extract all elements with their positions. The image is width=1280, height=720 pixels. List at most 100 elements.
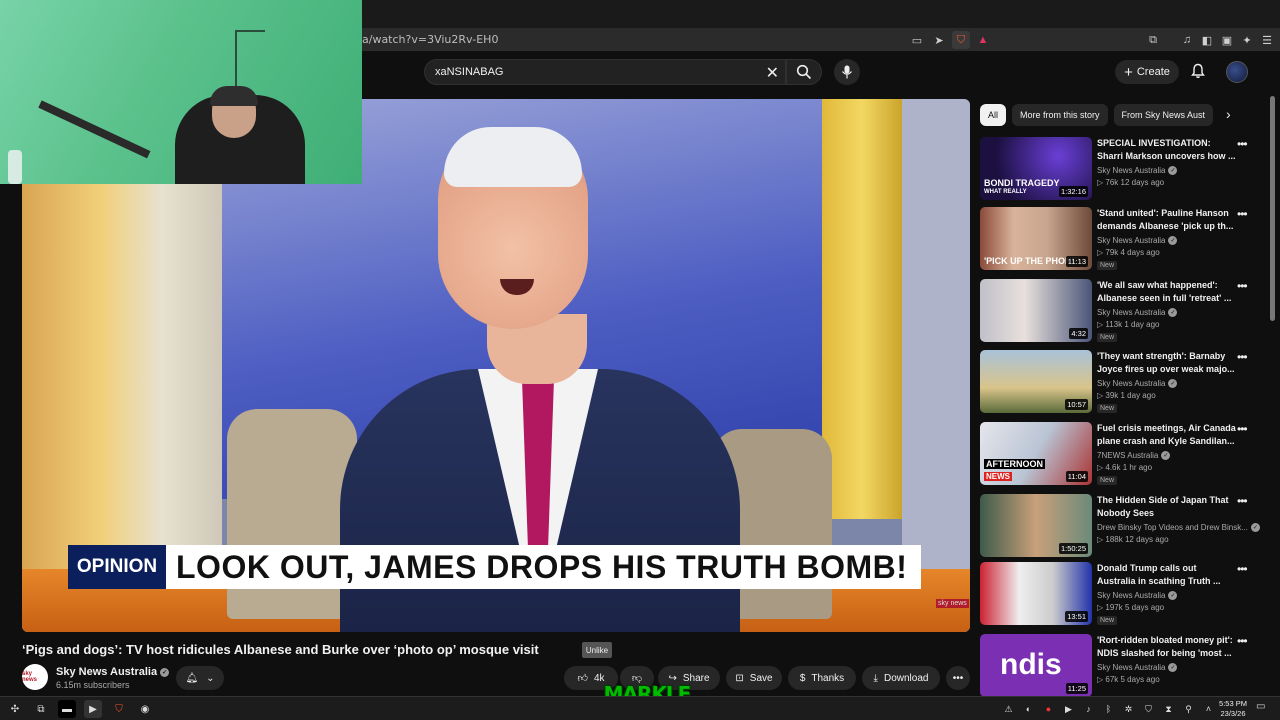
channel-name[interactable]: Sky News Australia ✓ bbox=[1097, 308, 1178, 318]
video-title[interactable]: Fuel crisis meetings, Air Canada plane c… bbox=[1097, 422, 1237, 448]
channel-name[interactable]: Sky News Australia ✓ bbox=[1097, 166, 1178, 176]
menu-icon[interactable]: ☰ bbox=[1258, 31, 1276, 49]
thumbnail-subtext: NEWS bbox=[984, 472, 1012, 481]
more-options-icon[interactable]: ••• bbox=[1237, 422, 1248, 436]
share-page-icon[interactable]: ➤ bbox=[930, 31, 948, 49]
search-query[interactable]: xaNSINABAG bbox=[435, 66, 503, 78]
more-options-icon[interactable]: ••• bbox=[1237, 562, 1248, 576]
subscription-bell-button[interactable]: 🔔︎ ⌄ bbox=[176, 666, 224, 690]
media-icon[interactable]: ♫ bbox=[1178, 31, 1196, 49]
start-icon[interactable]: ✣ bbox=[6, 700, 24, 718]
tray-play-icon[interactable]: ▶ bbox=[1060, 700, 1077, 718]
voice-search-button[interactable] bbox=[834, 59, 860, 85]
sidebar-scrollbar[interactable] bbox=[1270, 96, 1275, 321]
recommended-video[interactable]: 1:50:25 The Hidden Side of Japan That Nob… bbox=[980, 494, 1260, 560]
brave-browser-icon[interactable]: ⛉ bbox=[110, 700, 128, 718]
channel-name-text[interactable]: Sky News Australia bbox=[1097, 663, 1165, 672]
channel-name-text[interactable]: Sky News Australia bbox=[56, 666, 157, 678]
channel-name[interactable]: Sky News Australia ✓ bbox=[1097, 663, 1178, 673]
channel-name-text[interactable]: Sky News Australia bbox=[1097, 166, 1165, 175]
task-view-icon[interactable]: ⧉ bbox=[32, 700, 50, 718]
more-options-icon[interactable]: ••• bbox=[1237, 350, 1248, 364]
recommended-video[interactable]: 13:51 Donald Trump calls out Australia in… bbox=[980, 562, 1252, 628]
save-button[interactable]: ⊡ Save bbox=[726, 666, 782, 690]
tray-record-icon[interactable]: ● bbox=[1040, 700, 1057, 718]
channel-name[interactable]: Sky News Australia ✓ bbox=[1097, 236, 1178, 246]
channel-name-text[interactable]: Sky News Australia bbox=[1097, 379, 1165, 388]
more-options-icon[interactable]: ••• bbox=[1237, 634, 1248, 648]
verified-icon: ✓ bbox=[1168, 663, 1178, 673]
account-avatar[interactable] bbox=[1226, 61, 1248, 83]
more-options-icon[interactable]: ••• bbox=[1237, 494, 1248, 508]
recommended-video[interactable]: AFTERNOON NEWS 11:04 Fuel crisis meetings, … bbox=[980, 422, 1252, 488]
video-thumbnail[interactable]: 4:32 bbox=[980, 279, 1092, 342]
recommended-video[interactable]: ndis 11:25 'Rort-ridden bloated money pit'… bbox=[980, 634, 1252, 700]
tray-mic-icon[interactable]: ⧗ bbox=[1160, 700, 1177, 718]
video-thumbnail[interactable]: BONDI TRAGEDY WHAT REALLY 1:32:16 bbox=[980, 137, 1092, 200]
channel-name[interactable]: 7NEWS Australia ✓ bbox=[1097, 451, 1171, 461]
notifications-button[interactable] bbox=[1188, 61, 1208, 81]
more-options-icon[interactable]: ••• bbox=[1237, 207, 1248, 221]
channel-name[interactable]: Sky News Australia ✓ bbox=[1097, 379, 1178, 389]
channel-avatar[interactable]: sky news bbox=[22, 664, 48, 690]
video-title[interactable]: 'Rort-ridden bloated money pit': NDIS sl… bbox=[1097, 634, 1237, 660]
recommended-video[interactable]: 4:32 'We all saw what happened': Albanese… bbox=[980, 279, 1252, 345]
clear-search-icon[interactable]: ✕ bbox=[766, 63, 779, 83]
tray-app-icon[interactable]: ◐ bbox=[1020, 700, 1037, 718]
obs-icon[interactable]: ◉ bbox=[136, 700, 154, 718]
url-text[interactable]: a/watch?v=3Viu2Rv-EH0 bbox=[362, 33, 498, 46]
tray-shield-icon[interactable]: ⛉ bbox=[1140, 700, 1157, 718]
tray-settings-icon[interactable]: ✲ bbox=[1120, 700, 1137, 718]
video-title[interactable]: The Hidden Side of Japan That Nobody See… bbox=[1097, 494, 1237, 520]
search-input[interactable]: xaNSINABAG ✕ bbox=[424, 59, 786, 85]
channel-name[interactable]: Sky News Australia ✓ bbox=[1097, 591, 1178, 601]
wallet-icon[interactable]: ▣ bbox=[1218, 31, 1236, 49]
chevron-right-icon[interactable]: › bbox=[1226, 106, 1231, 122]
extensions-icon[interactable]: ⧉ bbox=[1144, 31, 1162, 49]
tray-network-icon[interactable]: ⚲ bbox=[1180, 700, 1197, 718]
media-player-icon[interactable]: ▶ bbox=[84, 700, 102, 718]
create-button[interactable]: + Create bbox=[1115, 60, 1179, 84]
tray-volume-icon[interactable]: ♪ bbox=[1080, 700, 1097, 718]
terminal-icon[interactable]: ▬ bbox=[58, 700, 76, 718]
brave-shield-icon[interactable]: ⛉ bbox=[952, 31, 970, 49]
channel-name-text[interactable]: Sky News Australia bbox=[1097, 591, 1165, 600]
channel-name-text[interactable]: Sky News Australia bbox=[1097, 236, 1165, 245]
video-thumbnail[interactable]: 'PICK UP THE PHONE' 11:13 bbox=[980, 207, 1092, 270]
recommended-video[interactable]: 'PICK UP THE PHONE' 11:13 'Stand united': … bbox=[980, 207, 1252, 273]
chip-from-sky-news[interactable]: From Sky News Aust bbox=[1113, 104, 1214, 126]
rewards-triangle-icon[interactable]: ▲ bbox=[974, 31, 992, 49]
channel-name[interactable]: Sky News Australia ✓ bbox=[56, 666, 170, 678]
video-title[interactable]: Donald Trump calls out Australia in scat… bbox=[1097, 562, 1237, 588]
channel-name-text[interactable]: Drew Binsky Top Videos and Drew Binsk... bbox=[1097, 523, 1248, 532]
thanks-button[interactable]: $ Thanks bbox=[788, 666, 856, 690]
video-title[interactable]: 'We all saw what happened': Albanese see… bbox=[1097, 279, 1237, 305]
screen-cast-icon[interactable]: ▭ bbox=[908, 31, 926, 49]
more-actions-button[interactable]: ••• bbox=[946, 666, 970, 690]
video-thumbnail[interactable]: AFTERNOON NEWS 11:04 bbox=[980, 422, 1092, 485]
recommended-video[interactable]: BONDI TRAGEDY WHAT REALLY 1:32:16 SPECIAL I… bbox=[980, 137, 1252, 203]
channel-name-text[interactable]: 7NEWS Australia bbox=[1097, 451, 1158, 460]
video-title[interactable]: SPECIAL INVESTIGATION: Sharri Markson un… bbox=[1097, 137, 1237, 163]
video-title[interactable]: 'Stand united': Pauline Hanson demands A… bbox=[1097, 207, 1237, 233]
tray-alert-icon[interactable]: ⚠ bbox=[1000, 700, 1017, 718]
more-options-icon[interactable]: ••• bbox=[1237, 279, 1248, 293]
recommended-video[interactable]: 10:57 'They want strength': Barnaby Joyce… bbox=[980, 350, 1252, 416]
more-options-icon[interactable]: ••• bbox=[1237, 137, 1248, 151]
search-button[interactable] bbox=[786, 59, 822, 85]
download-button[interactable]: ⤓ Download bbox=[862, 666, 940, 690]
tray-bluetooth-icon[interactable]: ᛒ bbox=[1100, 700, 1117, 718]
video-thumbnail[interactable]: ndis 11:25 bbox=[980, 634, 1092, 697]
leo-ai-icon[interactable]: ✦ bbox=[1238, 31, 1256, 49]
notification-center-icon[interactable]: ▭ bbox=[1256, 701, 1265, 712]
video-thumbnail[interactable]: 13:51 bbox=[980, 562, 1092, 625]
video-thumbnail[interactable]: 1:50:25 bbox=[980, 494, 1092, 557]
channel-name[interactable]: Drew Binsky Top Videos and Drew Binsk...… bbox=[1097, 523, 1260, 533]
sidebar-toggle-icon[interactable]: ◧ bbox=[1198, 31, 1216, 49]
channel-name-text[interactable]: Sky News Australia bbox=[1097, 308, 1165, 317]
chip-more-from-story[interactable]: More from this story bbox=[1012, 104, 1108, 126]
video-title[interactable]: 'They want strength': Barnaby Joyce fire… bbox=[1097, 350, 1237, 376]
chip-all[interactable]: All bbox=[980, 104, 1007, 126]
taskbar-clock[interactable]: 5:53 PM 23/3/26 bbox=[1214, 699, 1252, 719]
video-thumbnail[interactable]: 10:57 bbox=[980, 350, 1092, 413]
